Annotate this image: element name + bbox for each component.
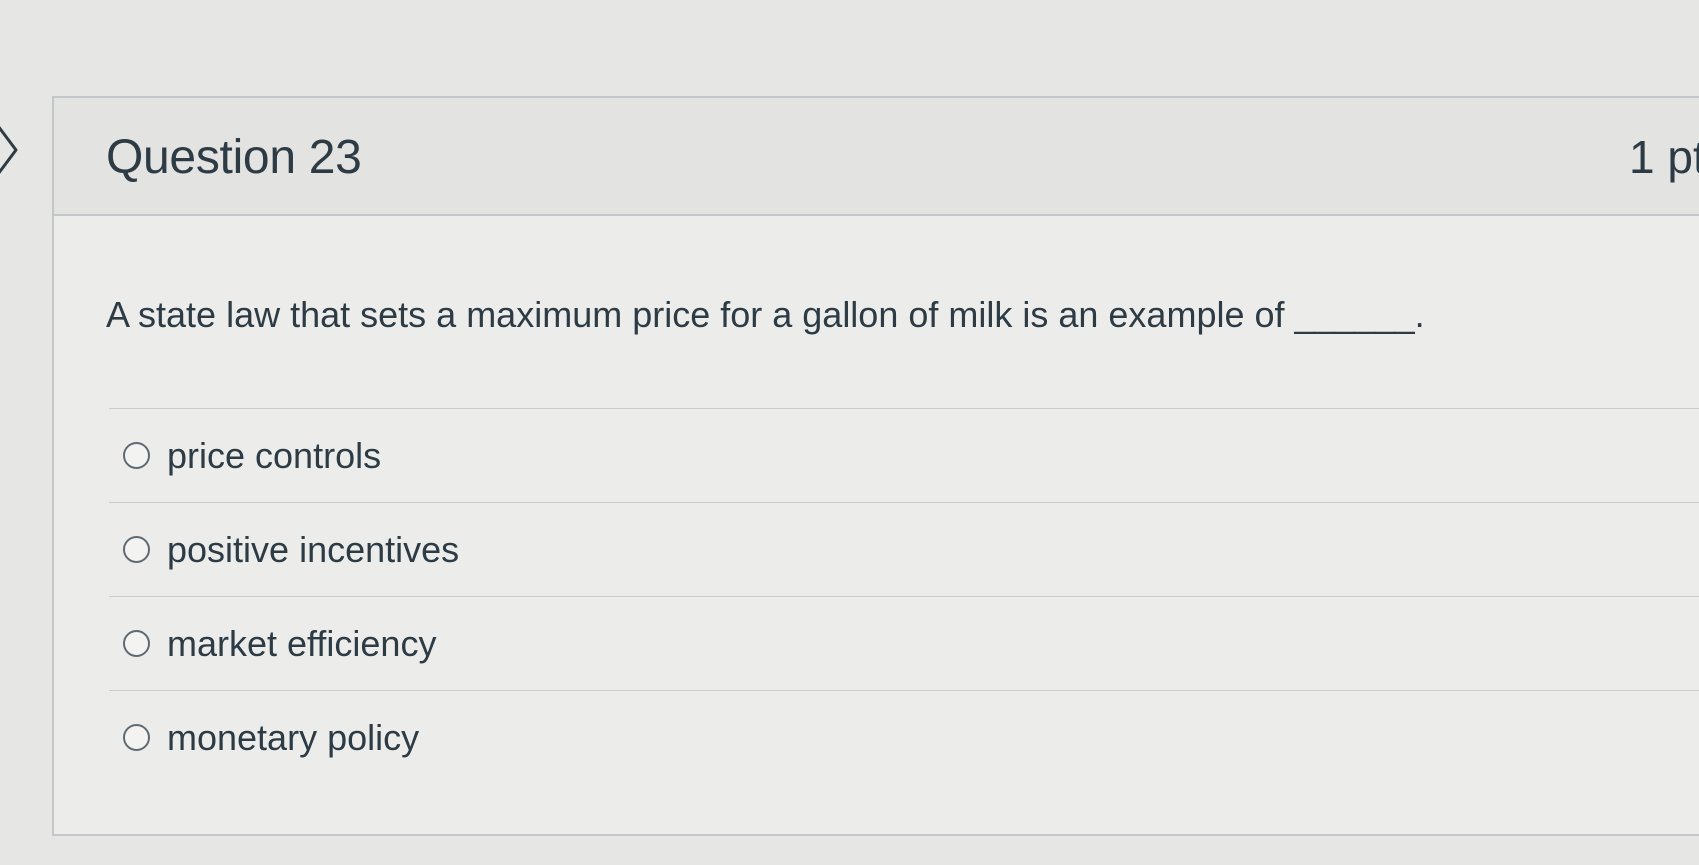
answer-option[interactable]: positive incentives bbox=[109, 502, 1699, 596]
radio-button[interactable] bbox=[123, 724, 150, 751]
answer-label[interactable]: market efficiency bbox=[167, 623, 436, 665]
answer-option[interactable]: price controls bbox=[109, 408, 1699, 502]
answer-label[interactable]: positive incentives bbox=[167, 529, 459, 571]
radio-button[interactable] bbox=[123, 630, 150, 657]
question-points: 1 pt bbox=[1629, 131, 1699, 183]
question-title: Question 23 bbox=[106, 131, 362, 184]
radio-button[interactable] bbox=[123, 536, 150, 563]
answer-label[interactable]: price controls bbox=[167, 435, 381, 477]
answer-list: price controls positive incentives marke… bbox=[109, 408, 1699, 784]
radio-button[interactable] bbox=[123, 442, 150, 469]
question-header: Question 23 1 pt bbox=[54, 98, 1699, 216]
answer-label[interactable]: monetary policy bbox=[167, 717, 419, 759]
answer-option[interactable]: market efficiency bbox=[109, 596, 1699, 690]
chevron-right-icon[interactable] bbox=[0, 120, 22, 180]
answer-option[interactable]: monetary policy bbox=[109, 690, 1699, 784]
question-card: Question 23 1 pt A state law that sets a… bbox=[52, 96, 1699, 836]
question-text: A state law that sets a maximum price fo… bbox=[106, 294, 1425, 335]
